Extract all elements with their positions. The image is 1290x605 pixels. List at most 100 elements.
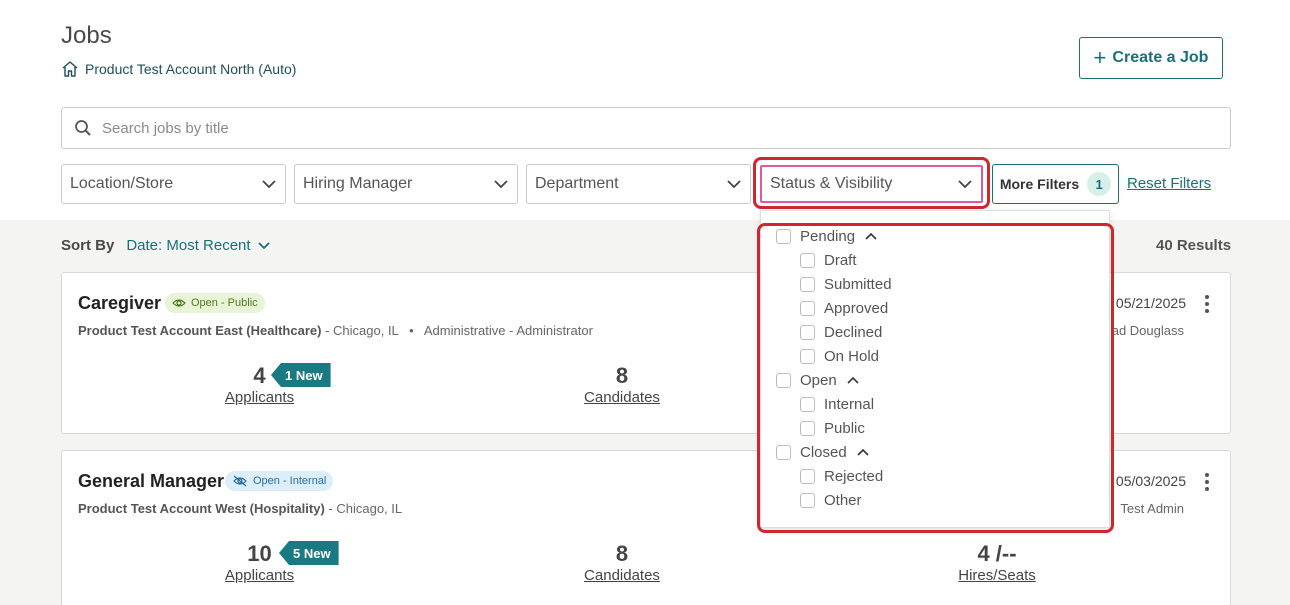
option-label: Open	[800, 372, 837, 389]
job-location: - Chicago, IL	[328, 501, 403, 516]
option-other[interactable]: Other	[800, 492, 862, 509]
checkbox[interactable]	[800, 325, 815, 340]
option-pending[interactable]: Pending	[776, 228, 878, 245]
option-declined[interactable]: Declined	[800, 324, 882, 341]
option-label: Declined	[824, 324, 883, 341]
checkbox[interactable]	[800, 277, 815, 292]
job-date: 05/21/2025	[1115, 295, 1186, 311]
candidates-count: 8	[615, 363, 629, 388]
checkbox[interactable]	[800, 469, 815, 484]
applicants-label[interactable]: Applicants	[212, 567, 307, 584]
eye-icon	[172, 299, 186, 307]
option-rejected[interactable]: Rejected	[800, 468, 883, 485]
search-input[interactable]: Search jobs by title	[61, 107, 1231, 149]
option-open[interactable]: Open	[776, 372, 860, 389]
checkbox[interactable]	[800, 253, 815, 268]
chevron-up-icon[interactable]	[846, 376, 860, 385]
meta-separator: •	[409, 323, 414, 338]
option-label: Public	[824, 420, 865, 437]
job-meta: Product Test Account East (Healthcare) -…	[78, 323, 593, 338]
job-location: - Chicago, IL	[325, 323, 399, 338]
checkbox[interactable]	[800, 493, 815, 508]
candidates-label[interactable]: Candidates	[577, 389, 667, 406]
chevron-down-icon	[257, 242, 270, 250]
search-placeholder: Search jobs by title	[102, 119, 229, 137]
job-department: Administrative - Administrator	[423, 323, 593, 338]
option-label: Pending	[800, 228, 856, 245]
job-date: 05/03/2025	[1115, 473, 1186, 489]
option-label: Internal	[824, 396, 875, 413]
candidates-count: 8	[615, 541, 629, 566]
candidates-stat[interactable]: 8 Candidates	[577, 541, 667, 584]
option-label: Closed	[800, 444, 847, 461]
candidates-label[interactable]: Candidates	[577, 567, 667, 584]
applicants-label[interactable]: Applicants	[212, 389, 307, 406]
option-on-hold[interactable]: On Hold	[800, 348, 879, 365]
option-closed[interactable]: Closed	[776, 444, 870, 461]
job-meta: Product Test Account West (Hospitality) …	[78, 501, 402, 516]
checkbox[interactable]	[800, 397, 815, 412]
status-badge-label: Open - Public	[191, 297, 258, 309]
page-title: Jobs	[61, 22, 112, 49]
department-label: Department	[535, 175, 619, 192]
option-public[interactable]: Public	[800, 420, 865, 437]
results-count: 40 Results	[1156, 237, 1232, 254]
option-submitted[interactable]: Submitted	[800, 276, 892, 293]
chevron-up-icon[interactable]	[856, 448, 870, 457]
hiring-manager-label: Hiring Manager	[303, 175, 413, 192]
search-icon	[75, 120, 91, 136]
account-breadcrumb[interactable]: Product Test Account North (Auto)	[61, 60, 296, 78]
account-name: Product Test Account North (Auto)	[85, 61, 297, 77]
eye-off-icon	[233, 475, 247, 487]
create-job-button[interactable]: + Create a Job	[1079, 37, 1223, 79]
create-job-label: Create a Job	[1112, 49, 1209, 66]
checkbox[interactable]	[800, 421, 815, 436]
job-owner: Test Admin	[1120, 501, 1184, 516]
hires-label[interactable]: Hires/Seats	[942, 567, 1052, 584]
option-label: Approved	[824, 300, 889, 317]
option-label: Submitted	[824, 276, 892, 293]
chevron-down-icon	[494, 180, 508, 189]
job-title[interactable]: General Manager	[78, 471, 224, 492]
reset-filters-link[interactable]: Reset Filters	[1127, 175, 1211, 192]
job-account: Product Test Account East (Healthcare)	[78, 323, 322, 338]
chevron-up-icon[interactable]	[864, 232, 878, 241]
checkbox[interactable]	[776, 373, 791, 388]
hires-stat[interactable]: 4 /-- Hires/Seats	[942, 541, 1052, 584]
location-store-dropdown[interactable]: Location/Store	[61, 164, 286, 204]
location-store-label: Location/Store	[70, 175, 174, 192]
home-icon	[62, 61, 78, 77]
option-internal[interactable]: Internal	[800, 396, 874, 413]
sort-by: Sort By Date: Most Recent	[61, 237, 271, 254]
job-account: Product Test Account West (Hospitality)	[78, 501, 325, 516]
dropdown-highlight	[753, 157, 990, 209]
job-title[interactable]: Caregiver	[78, 293, 161, 314]
option-draft[interactable]: Draft	[800, 252, 857, 269]
new-applicants-badge: 1 New	[271, 363, 331, 387]
sort-by-label: Sort By	[61, 237, 115, 254]
option-approved[interactable]: Approved	[800, 300, 888, 317]
plus-icon: +	[1093, 45, 1107, 70]
hiring-manager-dropdown[interactable]: Hiring Manager	[294, 164, 518, 204]
option-label: Draft	[824, 252, 857, 269]
checkbox[interactable]	[800, 349, 815, 364]
more-filters-button[interactable]: More Filters 1	[992, 164, 1119, 204]
checkbox[interactable]	[800, 301, 815, 316]
new-applicants-badge: 5 New	[279, 541, 339, 565]
status-badge: Open - Public	[165, 293, 265, 313]
department-dropdown[interactable]: Department	[526, 164, 751, 204]
filter-count-badge: 1	[1087, 172, 1112, 196]
more-filters-label: More Filters	[999, 176, 1080, 192]
checkbox[interactable]	[776, 445, 791, 460]
candidates-stat[interactable]: 8 Candidates	[577, 363, 667, 406]
hires-count: 4 /--	[977, 541, 1017, 566]
option-label: Other	[824, 492, 862, 509]
status-badge-label: Open - Internal	[253, 475, 327, 487]
chevron-down-icon	[262, 180, 276, 189]
more-options-icon[interactable]	[1200, 293, 1214, 315]
job-owner: ad Douglass	[1111, 323, 1184, 338]
status-badge: Open - Internal	[225, 471, 334, 491]
checkbox[interactable]	[776, 229, 791, 244]
sort-by-dropdown[interactable]: Date: Most Recent	[126, 237, 270, 254]
more-options-icon[interactable]	[1200, 471, 1214, 493]
